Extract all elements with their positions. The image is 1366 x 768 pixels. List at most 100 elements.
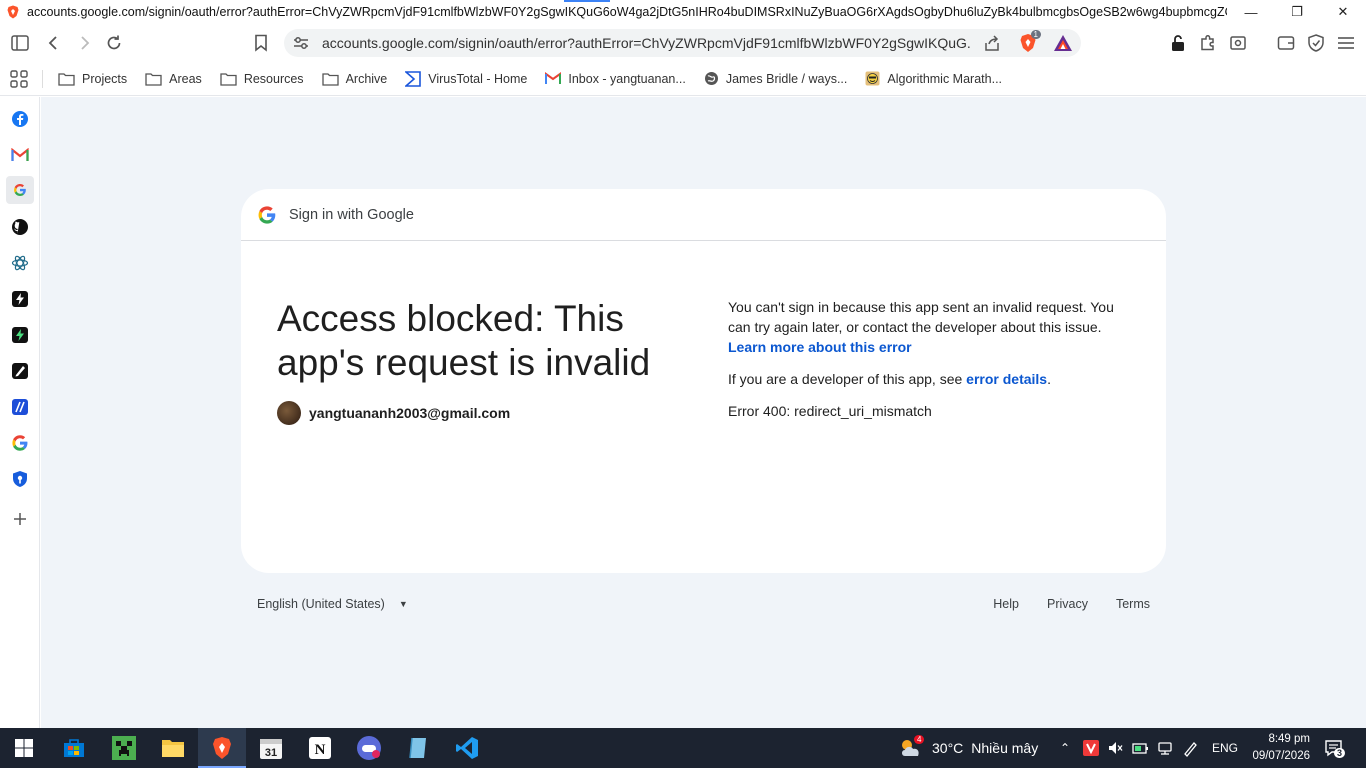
bookmark-archive[interactable]: Archive bbox=[321, 71, 388, 86]
page-footer: English (United States) ▼ Help Privacy T… bbox=[241, 595, 1166, 617]
taskbar-notion[interactable]: N bbox=[306, 734, 334, 762]
atom-icon bbox=[11, 255, 29, 271]
site-settings-icon[interactable] bbox=[292, 34, 310, 52]
bolt-icon bbox=[12, 291, 28, 307]
learn-more-link[interactable]: Learn more about this error bbox=[728, 339, 912, 355]
sidebar-toggle-button[interactable] bbox=[8, 31, 32, 55]
bookmark-label: VirusTotal - Home bbox=[428, 71, 528, 86]
plus-icon bbox=[14, 513, 26, 525]
extensions-button[interactable] bbox=[1196, 31, 1220, 55]
slash-code-icon bbox=[12, 399, 28, 415]
svg-text:31: 31 bbox=[265, 747, 277, 759]
screen-capture-icon bbox=[1230, 36, 1246, 50]
clock[interactable]: 8:49 pm 09/07/2026 bbox=[1240, 731, 1310, 765]
tab-indicator bbox=[564, 0, 610, 2]
github-icon bbox=[12, 219, 28, 235]
notification-center-button[interactable]: 3 bbox=[1324, 738, 1346, 758]
weather-widget[interactable]: 4 30°C Nhiều mây bbox=[898, 728, 1038, 768]
input-language[interactable]: ENG bbox=[1212, 741, 1238, 755]
facebook-icon bbox=[12, 111, 28, 127]
unlock-icon bbox=[1172, 35, 1184, 51]
sidebar-item-bolt-green[interactable] bbox=[9, 324, 31, 346]
apps-grid-icon[interactable] bbox=[10, 69, 28, 88]
bookmarks-separator bbox=[42, 69, 43, 88]
help-link[interactable]: Help bbox=[993, 597, 1019, 611]
sidebar-item-pen[interactable] bbox=[9, 360, 31, 382]
url-text[interactable]: accounts.google.com/signin/oauth/error?a… bbox=[322, 35, 972, 51]
chevron-up-icon[interactable]: ⌃ bbox=[1060, 741, 1074, 755]
bookmark-button[interactable] bbox=[249, 31, 273, 55]
battery-icon[interactable] bbox=[1132, 740, 1149, 756]
reload-icon bbox=[107, 35, 121, 50]
taskbar-minecraft[interactable] bbox=[110, 734, 138, 762]
account-email: yangtuananh2003@gmail.com bbox=[309, 405, 511, 421]
bookmark-virustotal[interactable]: VirusTotal - Home bbox=[405, 70, 528, 87]
bookmark-james-bridle[interactable]: James Bridle / ways... bbox=[704, 71, 848, 86]
sidebar-item-bolt[interactable] bbox=[9, 288, 31, 310]
taskbar-brave[interactable] bbox=[208, 734, 236, 762]
share-icon[interactable] bbox=[983, 34, 1001, 52]
vivaldi-tray-icon[interactable] bbox=[1083, 740, 1099, 756]
taskbar-game-app[interactable] bbox=[355, 734, 383, 762]
gmail-icon bbox=[11, 148, 29, 161]
error-message: You can't sign in because this app sent … bbox=[728, 299, 1114, 335]
sidebar-item-google-2[interactable] bbox=[9, 432, 31, 454]
restore-button[interactable]: ❐ bbox=[1274, 0, 1320, 24]
sign-in-card: Sign in with Google Access blocked: This… bbox=[241, 189, 1166, 573]
sidebar-item-gmail[interactable] bbox=[9, 144, 31, 166]
gmail-icon bbox=[545, 72, 562, 84]
language-selector[interactable]: English (United States) ▼ bbox=[257, 597, 408, 611]
account-chip[interactable]: yangtuananh2003@gmail.com bbox=[277, 401, 510, 425]
error-details-link[interactable]: error details bbox=[966, 371, 1047, 387]
taskbar-vscode[interactable] bbox=[453, 734, 481, 762]
sidebar-add-button[interactable] bbox=[9, 508, 31, 530]
developer-paragraph: If you are a developer of this app, see … bbox=[728, 369, 1128, 389]
forward-arrow-icon bbox=[81, 36, 90, 50]
bookmark-projects[interactable]: Projects bbox=[58, 72, 127, 86]
system-tray: ⌃ ENG bbox=[1060, 728, 1238, 768]
bookmark-resources[interactable]: Resources bbox=[220, 72, 304, 86]
screenshot-button[interactable] bbox=[1226, 31, 1250, 55]
sidebar-item-perplexity[interactable] bbox=[9, 252, 31, 274]
wallet-button[interactable] bbox=[1274, 31, 1298, 55]
taskbar-file-explorer[interactable] bbox=[159, 734, 187, 762]
taskbar-editor[interactable] bbox=[404, 734, 432, 762]
pen-tray-icon[interactable] bbox=[1182, 740, 1199, 757]
menu-button[interactable] bbox=[1334, 31, 1358, 55]
bookmark-inbox[interactable]: Inbox - yangtuanan... bbox=[545, 72, 686, 86]
error-paragraph: You can't sign in because this app sent … bbox=[728, 297, 1128, 357]
taskbar-calendar[interactable]: 31 bbox=[257, 734, 285, 762]
volume-muted-icon[interactable] bbox=[1107, 740, 1123, 756]
folder-icon bbox=[145, 72, 162, 86]
forward-button[interactable] bbox=[72, 31, 96, 55]
brave-rewards-icon[interactable] bbox=[1053, 34, 1073, 52]
start-button[interactable] bbox=[10, 734, 38, 762]
close-window-button[interactable]: ✕ bbox=[1320, 0, 1366, 24]
minimize-button[interactable]: — bbox=[1228, 0, 1274, 24]
bookmark-label: Archive bbox=[345, 71, 388, 86]
sidebar-item-google[interactable] bbox=[6, 176, 34, 204]
sidebar-item-code[interactable] bbox=[9, 396, 31, 418]
clock-date: 09/07/2026 bbox=[1252, 750, 1310, 762]
sidebar-item-facebook[interactable] bbox=[9, 108, 31, 130]
sidebar-item-github[interactable] bbox=[9, 216, 31, 238]
sidebar-item-bitwarden[interactable] bbox=[9, 468, 31, 490]
privacy-link[interactable]: Privacy bbox=[1047, 597, 1088, 611]
reload-button[interactable] bbox=[102, 31, 126, 55]
bookmark-label: James Bridle / ways... bbox=[725, 71, 848, 86]
developer-suffix: . bbox=[1047, 371, 1051, 387]
address-bar[interactable]: accounts.google.com/signin/oauth/error?a… bbox=[284, 29, 1081, 57]
folder-icon bbox=[321, 72, 339, 86]
card-header: Sign in with Google bbox=[241, 189, 1166, 241]
crystal-icon bbox=[409, 737, 426, 759]
shield-icon bbox=[1308, 34, 1324, 52]
bookmark-algorithmic[interactable]: Algorithmic Marath... bbox=[865, 71, 1002, 86]
network-icon[interactable] bbox=[1157, 740, 1173, 756]
gamepad-icon bbox=[357, 736, 381, 760]
bookmark-areas[interactable]: Areas bbox=[145, 72, 202, 86]
taskbar-store[interactable] bbox=[60, 734, 88, 762]
unlock-button[interactable] bbox=[1166, 31, 1190, 55]
back-button[interactable] bbox=[42, 31, 66, 55]
vpn-button[interactable] bbox=[1304, 31, 1328, 55]
terms-link[interactable]: Terms bbox=[1116, 597, 1150, 611]
